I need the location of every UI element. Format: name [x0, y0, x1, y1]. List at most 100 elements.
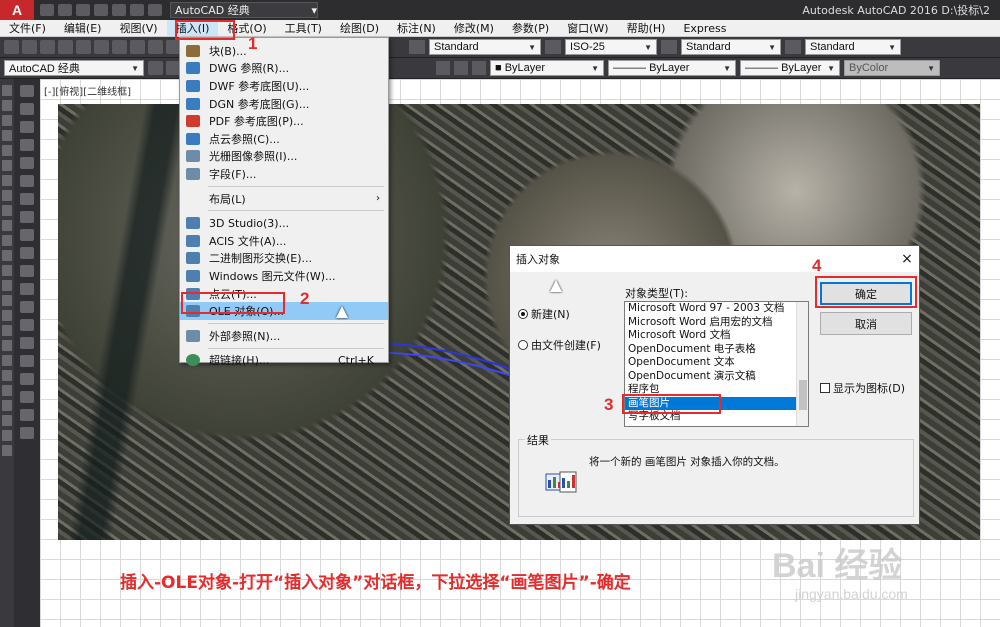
- tool-icon[interactable]: [2, 100, 12, 111]
- tool-icon[interactable]: [2, 355, 12, 366]
- tool-icon[interactable]: [20, 211, 34, 223]
- menu-express[interactable]: Express: [674, 22, 735, 35]
- gear-icon[interactable]: [148, 61, 163, 75]
- table-style-combo[interactable]: Standard ▼: [681, 39, 781, 55]
- tool-icon[interactable]: [22, 40, 37, 54]
- menu-item-wmf[interactable]: Windows 图元文件(W)...: [180, 267, 388, 285]
- scrollbar-thumb[interactable]: [799, 380, 807, 410]
- viewport-controls[interactable]: [-][俯视][二维线框]: [44, 83, 131, 98]
- tool-icon[interactable]: [20, 265, 34, 277]
- layer-tool-icon[interactable]: [472, 61, 486, 75]
- open-icon[interactable]: [58, 4, 72, 16]
- tool-icon[interactable]: [130, 40, 145, 54]
- menu-item-pdf-underlay[interactable]: PDF 参考底图(P)...: [180, 112, 388, 130]
- menu-item-dxb[interactable]: 二进制图形交换(E)...: [180, 250, 388, 268]
- tool-icon[interactable]: [20, 175, 34, 187]
- menu-item-acis[interactable]: ACIS 文件(A)...: [180, 232, 388, 250]
- layer-tool-icon[interactable]: [454, 61, 468, 75]
- list-item[interactable]: OpenDocument 演示文稿: [625, 370, 808, 384]
- tool-icon[interactable]: [2, 235, 12, 246]
- mleader-style-combo[interactable]: Standard ▼: [805, 39, 901, 55]
- saveas-icon[interactable]: [94, 4, 108, 16]
- tool-icon[interactable]: [2, 340, 12, 351]
- tool-icon[interactable]: [20, 373, 34, 385]
- autocad-logo-icon[interactable]: A: [0, 0, 34, 20]
- tool-icon[interactable]: [58, 40, 73, 54]
- tool-icon[interactable]: [40, 40, 55, 54]
- tool-icon[interactable]: [2, 190, 12, 201]
- menu-item-block[interactable]: 块(B)...: [180, 42, 388, 60]
- tool-icon[interactable]: [2, 115, 12, 126]
- color-combo[interactable]: ■ ByLayer ▼: [490, 60, 604, 76]
- tool-icon[interactable]: [2, 160, 12, 171]
- tool-icon[interactable]: [2, 85, 12, 96]
- tool-icon[interactable]: [2, 370, 12, 381]
- redo-icon[interactable]: [148, 4, 162, 16]
- tool-icon[interactable]: [20, 391, 34, 403]
- tool-icon[interactable]: [2, 385, 12, 396]
- menu-edit[interactable]: 编辑(E): [55, 20, 111, 36]
- tool-icon[interactable]: [148, 40, 163, 54]
- tool-icon[interactable]: [76, 40, 91, 54]
- tool-icon[interactable]: [20, 157, 34, 169]
- tool-icon[interactable]: [20, 337, 34, 349]
- menu-parametric[interactable]: 参数(P): [503, 20, 558, 36]
- tool-icon[interactable]: [20, 103, 34, 115]
- menu-item-field[interactable]: 字段(F)...: [180, 165, 388, 183]
- list-item[interactable]: Microsoft Word 文档: [625, 329, 808, 343]
- new-icon[interactable]: [40, 4, 54, 16]
- tool-icon[interactable]: [112, 40, 127, 54]
- tool-icon[interactable]: [20, 85, 34, 97]
- list-item[interactable]: Microsoft Word 97 - 2003 文档: [625, 302, 808, 316]
- list-item[interactable]: OpenDocument 电子表格: [625, 343, 808, 357]
- cancel-button[interactable]: 取消: [820, 312, 912, 335]
- save-icon[interactable]: [76, 4, 90, 16]
- tool-icon[interactable]: [2, 220, 12, 231]
- tool-icon[interactable]: [2, 205, 12, 216]
- menu-view[interactable]: 视图(V): [110, 20, 166, 36]
- tool-icon[interactable]: [2, 325, 12, 336]
- menu-item-xref[interactable]: 外部参照(N)...: [180, 327, 388, 345]
- tool-icon[interactable]: [94, 40, 109, 54]
- list-item[interactable]: Microsoft Word 启用宏的文档: [625, 316, 808, 330]
- workspace-switcher[interactable]: AutoCAD 经典 ▾: [170, 2, 318, 18]
- menu-dimension[interactable]: 标注(N): [388, 20, 445, 36]
- menu-item-point-cloud-ref[interactable]: 点云参照(C)...: [180, 130, 388, 148]
- tool-icon[interactable]: [20, 193, 34, 205]
- tool-icon[interactable]: [20, 409, 34, 421]
- tool-icon[interactable]: [20, 247, 34, 259]
- menu-item-3dstudio[interactable]: 3D Studio(3)...: [180, 214, 388, 232]
- menu-tools[interactable]: 工具(T): [276, 20, 331, 36]
- menu-draw[interactable]: 绘图(D): [331, 20, 388, 36]
- layer-tool-icon[interactable]: [436, 61, 450, 75]
- tool-icon[interactable]: [20, 427, 34, 439]
- radio-create-new[interactable]: 新建(N): [518, 306, 570, 322]
- tool-icon[interactable]: [2, 400, 12, 411]
- plot-icon[interactable]: [112, 4, 126, 16]
- tool-icon[interactable]: [20, 301, 34, 313]
- tool-icon[interactable]: [2, 250, 12, 261]
- tool-icon[interactable]: [20, 319, 34, 331]
- tool-icon[interactable]: [2, 430, 12, 441]
- lineweight-combo[interactable]: ——— ByLayer ▼: [740, 60, 840, 76]
- menu-modify[interactable]: 修改(M): [445, 20, 503, 36]
- close-icon[interactable]: ×: [895, 251, 919, 267]
- menu-file[interactable]: 文件(F): [0, 20, 55, 36]
- workspace-combo[interactable]: AutoCAD 经典 ▼: [4, 60, 144, 76]
- undo-icon[interactable]: [130, 4, 144, 16]
- tool-icon[interactable]: [4, 40, 19, 54]
- tool-icon[interactable]: [2, 295, 12, 306]
- radio-create-from-file[interactable]: 由文件创建(F): [518, 337, 601, 353]
- tool-icon[interactable]: [20, 229, 34, 241]
- show-as-icon-checkbox[interactable]: 显示为图标(D): [820, 380, 905, 396]
- tool-icon[interactable]: [2, 145, 12, 156]
- tool-icon[interactable]: [2, 445, 12, 456]
- menu-item-dwg-reference[interactable]: DWG 参照(R)...: [180, 60, 388, 78]
- menu-item-dgn-underlay[interactable]: DGN 参考底图(G)...: [180, 95, 388, 113]
- tool-icon[interactable]: [2, 175, 12, 186]
- menu-item-layout[interactable]: 布局(L) ›: [180, 190, 388, 208]
- tool-icon[interactable]: [20, 355, 34, 367]
- plotstyle-combo[interactable]: ByColor ▼: [844, 60, 940, 76]
- tool-icon[interactable]: [2, 415, 12, 426]
- menu-item-dwf-underlay[interactable]: DWF 参考底图(U)...: [180, 77, 388, 95]
